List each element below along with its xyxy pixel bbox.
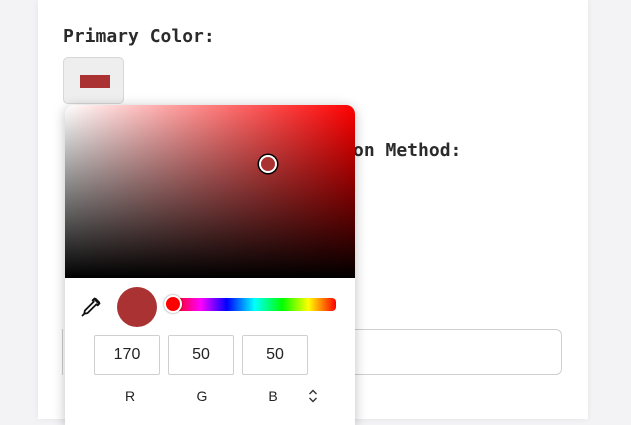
up-down-chevron-icon[interactable]	[306, 388, 320, 404]
hue-thumb[interactable]	[164, 295, 182, 313]
blue-label: B	[268, 388, 278, 404]
eyedropper-icon[interactable]	[80, 296, 102, 318]
primary-color-swatch-button[interactable]	[63, 57, 124, 104]
blue-input[interactable]: 50	[242, 335, 308, 375]
hue-slider[interactable]	[173, 298, 336, 311]
color-preview	[117, 287, 157, 327]
method-label: on Method:	[353, 140, 462, 161]
green-label: G	[196, 388, 208, 404]
red-label: R	[124, 388, 136, 404]
color-chip	[80, 75, 110, 88]
saturation-handle[interactable]	[259, 155, 277, 173]
primary-color-label: Primary Color:	[63, 26, 215, 47]
color-picker-popover: 170 50 50 R G B	[65, 105, 355, 425]
green-input[interactable]: 50	[168, 335, 234, 375]
saturation-value-area[interactable]	[65, 105, 355, 278]
text-input[interactable]	[350, 329, 562, 375]
red-input[interactable]: 170	[94, 335, 160, 375]
